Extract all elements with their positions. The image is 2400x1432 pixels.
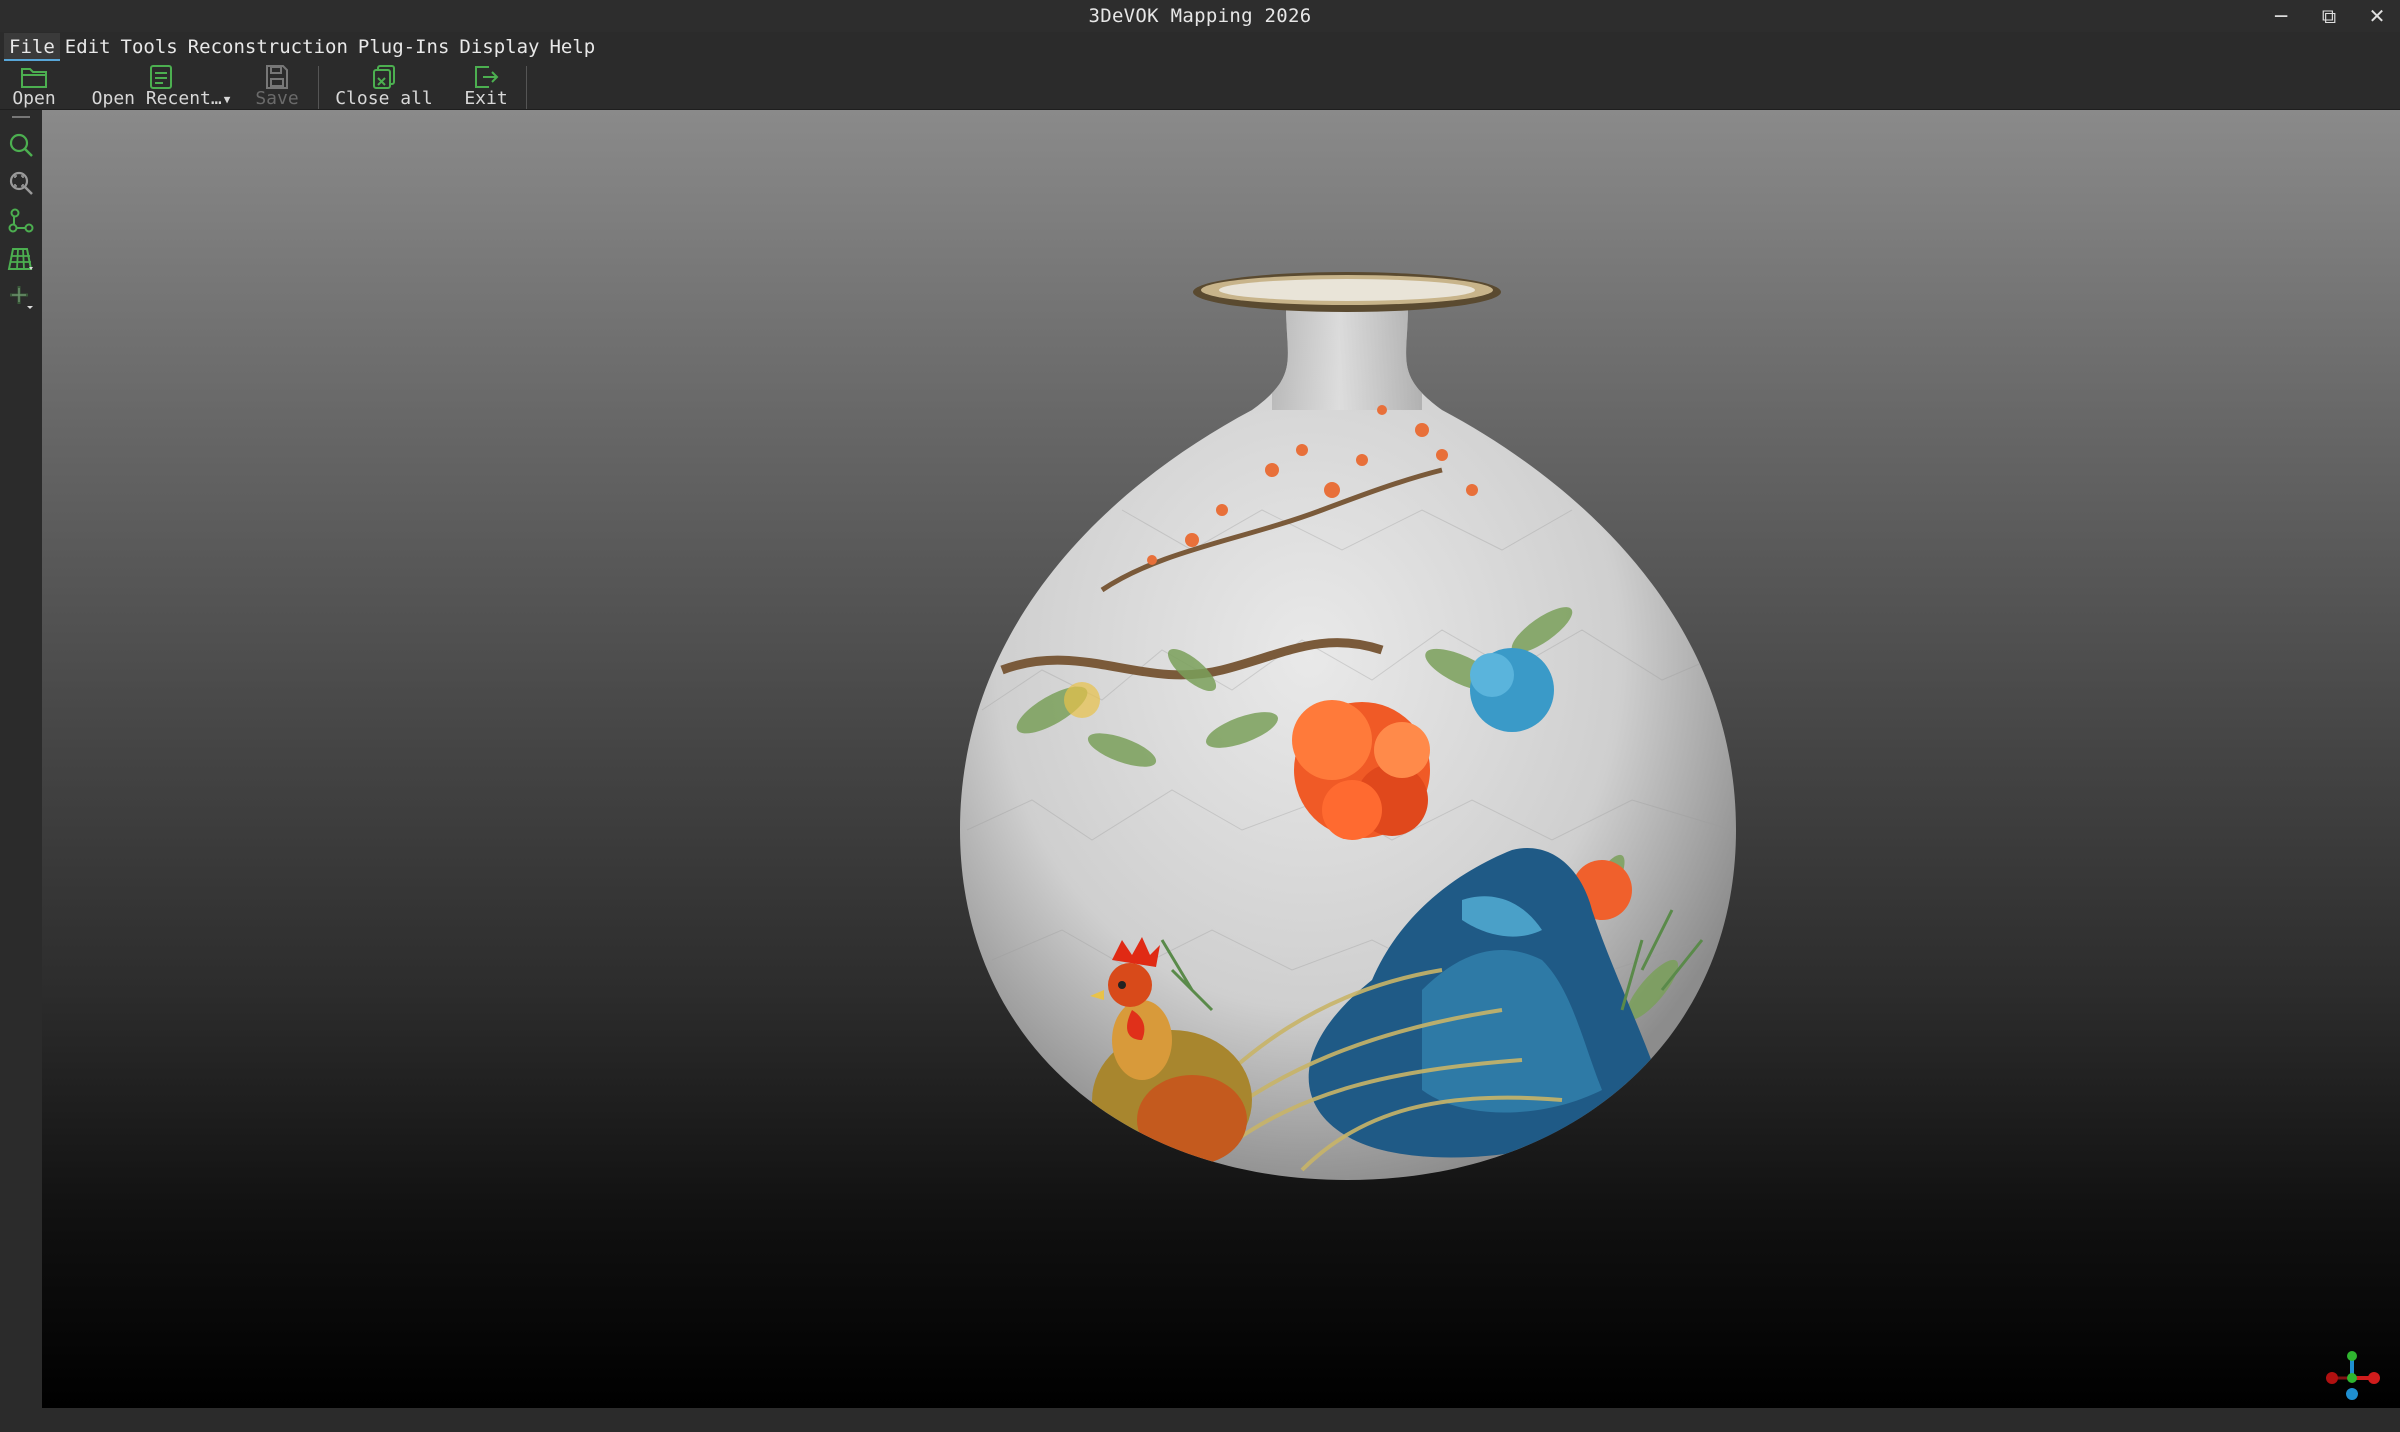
zoom-fit-icon[interactable] <box>4 166 38 200</box>
close-button[interactable]: ✕ <box>2354 0 2400 32</box>
zoom-icon[interactable] <box>4 128 38 162</box>
open-recent-label: Open Recent… ▼ <box>91 88 231 109</box>
open-button[interactable]: Open <box>6 64 62 109</box>
maximize-button[interactable]: ⧉ <box>2306 0 2352 32</box>
toolbar-separator <box>526 66 527 109</box>
node-graph-icon[interactable] <box>4 204 38 238</box>
close-all-label: Close all <box>335 88 433 109</box>
vase-model <box>960 272 1736 1180</box>
close-all-button[interactable]: Close all <box>334 64 434 109</box>
move-dropdown-icon[interactable] <box>4 280 38 314</box>
exit-button[interactable]: Exit <box>456 64 516 109</box>
status-bar <box>0 1408 2400 1432</box>
save-button[interactable]: Save <box>252 64 302 109</box>
save-icon <box>266 65 288 89</box>
grid-select-icon[interactable] <box>4 242 38 276</box>
minimize-button[interactable]: ─ <box>2258 0 2304 32</box>
menu-bar: File Edit Tools Reconstruction Plug-Ins … <box>0 32 2400 62</box>
title-bar: 3DeVOK Mapping 2026 ─ ⧉ ✕ <box>0 0 2400 32</box>
axis-orientation-icon <box>2326 1351 2380 1400</box>
window-title: 3DeVOK Mapping 2026 <box>1088 5 1312 27</box>
menu-tools[interactable]: Tools <box>116 33 183 61</box>
close-all-icon <box>373 65 395 89</box>
menu-display[interactable]: Display <box>454 33 544 61</box>
menu-plug-ins[interactable]: Plug-Ins <box>353 33 455 61</box>
menu-help[interactable]: Help <box>544 33 600 61</box>
recent-files-icon <box>150 65 172 89</box>
exit-icon <box>475 66 499 88</box>
open-label: Open <box>12 88 56 109</box>
dropdown-arrow-icon: ▼ <box>223 92 231 106</box>
folder-icon <box>21 68 47 88</box>
menu-edit[interactable]: Edit <box>60 33 116 61</box>
3d-viewport[interactable] <box>42 110 2400 1408</box>
save-label: Save <box>255 88 299 109</box>
open-recent-button[interactable]: Open Recent… ▼ <box>86 64 236 109</box>
sidebar-grip[interactable] <box>12 116 30 118</box>
toolbar-separator <box>318 66 319 109</box>
exit-label: Exit <box>464 88 508 109</box>
left-tool-sidebar <box>0 110 42 1408</box>
menu-file[interactable]: File <box>4 33 60 61</box>
menu-reconstruction[interactable]: Reconstruction <box>183 33 353 61</box>
toolbar: Open Open Recent… ▼ Save Close all Exit <box>0 62 2400 110</box>
